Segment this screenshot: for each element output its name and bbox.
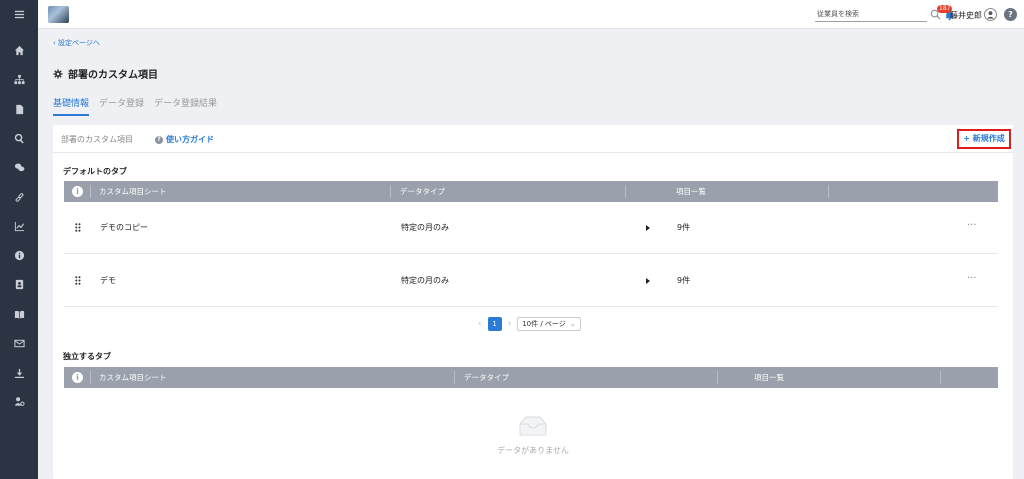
book-icon[interactable]: [0, 304, 38, 324]
empty-state-text: データがありません: [497, 446, 569, 455]
usage-guide-label: 使い方ガイド: [166, 135, 214, 144]
contact-icon[interactable]: [0, 274, 38, 294]
column-divider: [828, 185, 829, 198]
item-count: 9件: [677, 276, 691, 285]
empty-inbox-icon: [519, 416, 547, 436]
usage-guide-link[interactable]: ? 使い方ガイド: [155, 134, 214, 145]
menu-icon[interactable]: [0, 4, 38, 24]
back-to-settings-link[interactable]: ‹ 設定ページへ: [53, 38, 100, 48]
column-divider: [90, 371, 91, 384]
info-icon[interactable]: i: [72, 186, 83, 197]
column-divider: [625, 185, 626, 198]
data-type: 特定の月のみ: [401, 276, 449, 285]
pagination: ‹ 1 › 10件 / ページ ⌄: [478, 317, 581, 331]
column-header-items: 項目一覧: [754, 373, 784, 382]
table-row[interactable]: デモ 特定の月のみ 9件 ···: [64, 255, 998, 307]
page-size-label: 10件 / ページ: [522, 320, 566, 328]
empty-state: データがありません: [453, 415, 613, 456]
download-icon[interactable]: [0, 363, 38, 383]
home-icon[interactable]: [0, 40, 38, 60]
column-header-sheet: カスタム項目シート: [99, 373, 167, 382]
link-icon[interactable]: [0, 187, 38, 207]
chevron-down-icon: ⌄: [569, 320, 576, 328]
user-name[interactable]: 藤井史郎: [950, 10, 982, 21]
question-icon: ?: [155, 135, 163, 144]
card-title: 部署のカスタム項目: [61, 135, 133, 144]
user-settings-icon[interactable]: [0, 391, 38, 411]
create-new-button[interactable]: + 新規作成: [957, 129, 1011, 149]
tab-registration-results[interactable]: データ登録結果: [154, 96, 217, 116]
expand-arrow-icon[interactable]: [646, 278, 650, 284]
column-header-data-type: データタイプ: [400, 187, 445, 196]
chat-icon[interactable]: [0, 157, 38, 177]
avatar[interactable]: [984, 8, 997, 21]
tab-data-registration[interactable]: データ登録: [99, 96, 144, 116]
custom-fields-card: 部署のカスタム項目 ? 使い方ガイド + 新規作成 デフォルトのタブ i カスタ…: [53, 125, 1013, 479]
employee-search-input[interactable]: 従業員を検索: [815, 8, 927, 22]
column-header-data-type: データタイプ: [464, 373, 509, 382]
search-icon[interactable]: [0, 128, 38, 148]
tab-basic-info[interactable]: 基礎情報: [53, 96, 90, 116]
independent-tabs-header: i カスタム項目シート データタイプ 項目一覧: [64, 367, 998, 388]
page-title: 部署のカスタム項目: [53, 66, 158, 81]
item-count: 9件: [677, 223, 691, 232]
top-bar: 従業員を検索 187 藤井史郎 ?: [38, 0, 1024, 29]
info-icon[interactable]: i: [72, 372, 83, 383]
column-header-sheet: カスタム項目シート: [99, 187, 167, 196]
page-size-select[interactable]: 10件 / ページ ⌄: [517, 317, 581, 331]
sidebar: [0, 0, 38, 479]
company-logo[interactable]: [48, 6, 69, 23]
help-icon[interactable]: ?: [1004, 8, 1017, 21]
prev-page-icon[interactable]: ‹: [478, 319, 482, 329]
column-divider: [940, 371, 941, 384]
gear-icon: [53, 68, 63, 79]
column-divider: [454, 371, 455, 384]
column-divider: [90, 185, 91, 198]
page-number[interactable]: 1: [487, 317, 502, 331]
independent-tabs-title: 独立するタブ: [63, 352, 111, 361]
more-options-icon[interactable]: ···: [967, 255, 977, 303]
mail-icon[interactable]: [0, 333, 38, 353]
table-row[interactable]: デモのコピー 特定の月のみ 9件 ···: [64, 202, 998, 254]
column-header-items: 項目一覧: [676, 187, 706, 196]
expand-arrow-icon[interactable]: [646, 225, 650, 231]
column-divider: [390, 185, 391, 198]
page-title-text: 部署のカスタム項目: [68, 70, 158, 81]
column-divider: [717, 371, 718, 384]
org-chart-icon[interactable]: [0, 69, 38, 89]
data-type: 特定の月のみ: [401, 223, 449, 232]
tab-bar: 基礎情報 データ登録 データ登録結果: [53, 96, 217, 116]
drag-handle-icon[interactable]: [75, 223, 81, 232]
document-icon[interactable]: [0, 99, 38, 119]
default-tabs-title: デフォルトのタブ: [63, 167, 127, 176]
sheet-name: デモ: [100, 276, 116, 285]
drag-handle-icon[interactable]: [75, 276, 81, 285]
chart-icon[interactable]: [0, 216, 38, 236]
next-page-icon[interactable]: ›: [508, 319, 512, 329]
sheet-name: デモのコピー: [100, 223, 148, 232]
card-header: 部署のカスタム項目 ? 使い方ガイド + 新規作成: [53, 125, 1013, 153]
default-tabs-header: i カスタム項目シート データタイプ 項目一覧: [64, 181, 998, 202]
back-link-label: 設定ページへ: [58, 39, 100, 47]
more-options-icon[interactable]: ···: [967, 202, 977, 250]
info-icon[interactable]: [0, 245, 38, 265]
